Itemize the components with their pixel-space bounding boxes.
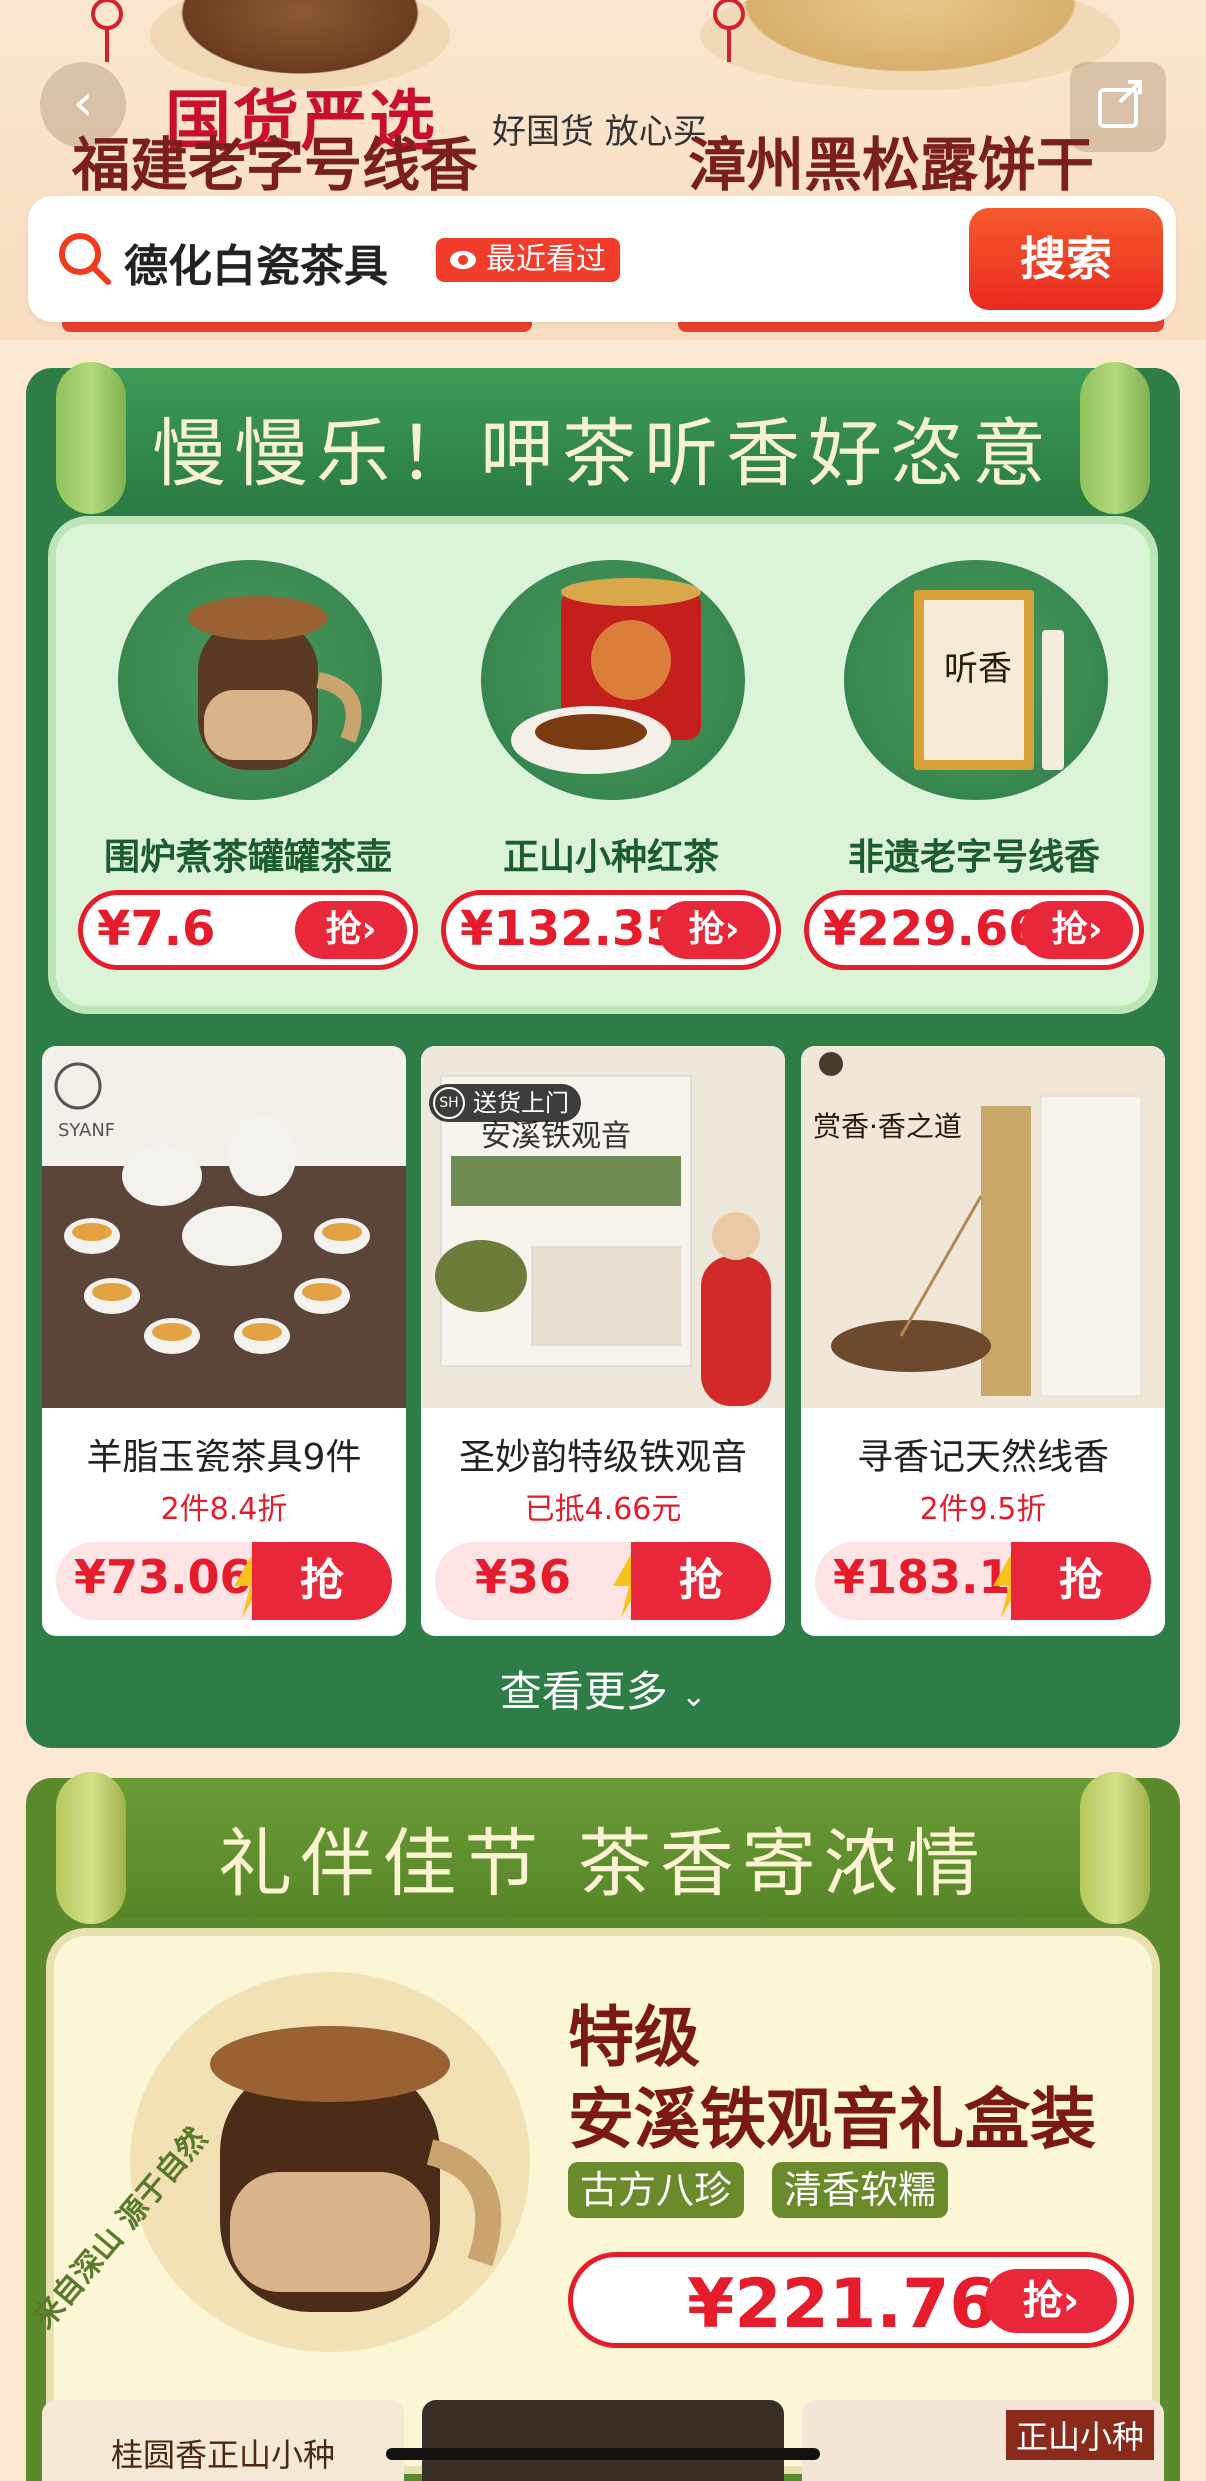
tea-incense-section: 慢慢乐！呷茶听香好恣意 围炉煮茶罐罐茶壶 ¥7.6 抢› 正山小种红茶 ¥132… (26, 362, 1180, 1748)
product-image (118, 560, 382, 800)
biscuit-product-image[interactable] (700, 0, 1120, 90)
eye-icon (450, 251, 476, 269)
section-banner: 慢慢乐！呷茶听香好恣意 (56, 362, 1150, 514)
gift-product-card[interactable]: 来自深山 源于自然 特级 安溪铁观音礼盒装 古方八珍 清香软糯 ¥221.76 … (27, 1928, 1160, 2474)
tea-set-image: SYANF (42, 1046, 406, 1408)
grab-button[interactable]: 抢 (631, 1542, 771, 1620)
featured-price-pill[interactable]: ¥7.6 抢› (78, 890, 418, 970)
biscuit-label[interactable]: 漳州黑松露饼干 (688, 118, 1094, 202)
product-price-bar[interactable]: ¥183.16 抢 (815, 1542, 1151, 1620)
incense-box-image: 赏香·香之道 (801, 1046, 1165, 1408)
product-price: ¥36 (475, 1550, 572, 1604)
product-image: 听香 (844, 560, 1108, 800)
featured-name: 非遗老字号线香 (847, 837, 1100, 878)
product-promo: 已抵4.66元 (524, 1492, 682, 1527)
product-name: 桂圆香正山小种 (110, 2436, 335, 2474)
grab-button[interactable]: 抢› (658, 901, 770, 959)
featured-price: ¥132.35 (460, 901, 679, 957)
brand-subtitle: 好国货 放心买 (492, 112, 707, 152)
search-bar[interactable]: 德化白瓷茶具 最近看过 搜索 (28, 196, 1176, 322)
search-icon (59, 233, 111, 285)
feature-tag: 清香软糯 (772, 2162, 949, 2218)
featured-price: ¥229.66 (823, 901, 1042, 957)
delivery-badge: SH 送货上门 (429, 1084, 581, 1122)
search-button[interactable]: 搜索 (969, 208, 1163, 310)
recent-viewed-badge[interactable]: 最近看过 (436, 238, 620, 282)
next-product-card[interactable] (422, 2400, 784, 2481)
product-card[interactable]: 安溪铁观音 SH 送货上门 圣妙韵特级铁观音 已抵4.66元 ¥36 抢 (421, 1046, 785, 1636)
product-name: 寻香记天然线香 (856, 1437, 1109, 1478)
featured-name: 正山小种红茶 (502, 837, 719, 878)
grab-button[interactable]: 抢 (252, 1542, 392, 1620)
gift-price-pill[interactable]: ¥221.76 抢› (568, 2252, 1134, 2348)
product-image (481, 560, 745, 800)
incense-label[interactable]: 福建老字号线香 (72, 118, 478, 202)
see-more-button[interactable]: 查看更多 ⌄ (26, 1658, 1180, 1719)
product-promo: 2件9.5折 (919, 1492, 1047, 1527)
gift-title-line2: 安溪铁观音礼盒装 (568, 2081, 1096, 2158)
product-price-bar[interactable]: ¥36 抢 (435, 1542, 771, 1620)
grab-button[interactable]: 抢› (985, 2269, 1117, 2333)
gift-price: ¥221.76 (687, 2265, 997, 2344)
section-banner: 礼伴佳节 茶香寄浓情 (56, 1772, 1150, 1924)
featured-price-pill[interactable]: ¥132.35 抢› (441, 890, 781, 970)
product-price: ¥73.06 (74, 1550, 252, 1604)
product-card[interactable]: 赏香·香之道 寻香记天然线香 2件9.5折 ¥183.16 抢 (801, 1046, 1165, 1636)
sh-logo-icon: SH (433, 1087, 465, 1119)
grab-button[interactable]: 抢› (1021, 901, 1133, 959)
featured-price-pill[interactable]: ¥229.66 抢› (804, 890, 1144, 970)
featured-name: 围炉煮茶罐罐茶壶 (103, 837, 392, 878)
featured-price: ¥7.6 (97, 901, 216, 957)
svg-text:听香: 听香 (944, 649, 1012, 689)
next-product-card[interactable]: 桂圆香正山小种 (42, 2400, 404, 2481)
chinese-knot-icon (91, 0, 123, 62)
search-input[interactable]: 德化白瓷茶具 (124, 230, 388, 294)
delivery-badge-label: 送货上门 (473, 1089, 569, 1117)
chevron-down-icon: ⌄ (681, 1679, 707, 1714)
product-name: 圣妙韵特级铁观音 (458, 1437, 747, 1478)
header: ‹ 国货严选 好国货 放心买 福建老字号线香 漳州黑松露饼干 德化白瓷茶具 最近… (0, 0, 1206, 340)
product-card[interactable]: SYANF 羊脂玉瓷茶具9件 2件8.4折 ¥73.06 抢 (42, 1046, 406, 1636)
feature-tag: 古方八珍 (568, 2162, 745, 2218)
section-title: 慢慢乐！呷茶听香好恣意 (152, 411, 1054, 497)
featured-products-card: 围炉煮茶罐罐茶壶 ¥7.6 抢› 正山小种红茶 ¥132.35 抢› 听香 非遗… (48, 516, 1158, 1014)
grab-button[interactable]: 抢 (1011, 1542, 1151, 1620)
product-name: 正山小种 (1005, 2410, 1154, 2460)
chinese-knot-icon (713, 0, 745, 62)
product-promo: 2件8.4折 (160, 1492, 288, 1527)
see-more-label: 查看更多 (499, 1667, 668, 1716)
holiday-gift-section: 礼伴佳节 茶香寄浓情 来自深山 源于自然 特级 安溪铁观音礼盒装 古方八珍 清香… (26, 1772, 1180, 2481)
grab-button[interactable]: 抢› (295, 901, 407, 959)
next-product-card[interactable]: 正山小种 (802, 2400, 1164, 2481)
product-price-bar[interactable]: ¥73.06 抢 (56, 1542, 392, 1620)
recent-viewed-label: 最近看过 (486, 242, 606, 277)
svg-text:SYANF: SYANF (58, 1120, 115, 1141)
product-name: 羊脂玉瓷茶具9件 (86, 1437, 362, 1478)
section-title: 礼伴佳节 茶香寄浓情 (218, 1821, 988, 1907)
home-indicator (386, 2448, 820, 2460)
svg-text:安溪铁观音: 安溪铁观音 (481, 1119, 631, 1154)
svg-text:赏香·香之道: 赏香·香之道 (813, 1110, 962, 1143)
